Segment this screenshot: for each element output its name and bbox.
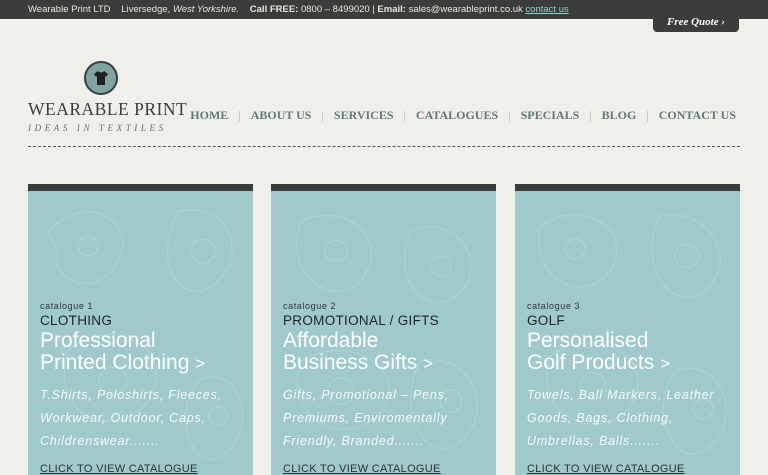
description-line: Premiums, Enviromentally <box>283 411 448 425</box>
logo-tagline: IDEAS IN TEXTILES <box>28 123 167 133</box>
catalogue-headline[interactable]: Affordable Business Gifts > <box>283 330 488 375</box>
nav-about-us[interactable]: ABOUT US <box>249 108 314 123</box>
view-catalogue-link[interactable]: CLICK TO VIEW CATALOGUE <box>40 463 198 475</box>
description-line: Gifts, Promotional – Pens, <box>283 388 450 402</box>
nav-separator: | <box>321 108 324 122</box>
arrow-right-icon: > <box>660 354 671 373</box>
description-line: Goods, Bags, Clothing, <box>527 411 674 425</box>
catalogue-card-clothing[interactable]: catalogue 1 CLOTHING Professional Printe… <box>28 184 253 475</box>
nav-specials[interactable]: SPECIALS <box>519 108 582 123</box>
nav-separator: | <box>508 108 511 122</box>
nav-catalogues[interactable]: CATALOGUES <box>414 108 500 123</box>
phone-number: 0800 – 8499020 <box>300 4 370 15</box>
catalogue-number: catalogue 1 <box>40 301 94 311</box>
description-line: Childrenswear....... <box>40 434 160 448</box>
catalogue-headline[interactable]: Personalised Golf Products > <box>527 330 732 375</box>
catalogue-number: catalogue 3 <box>527 301 581 311</box>
catalogue-description: T.Shirts, Poloshirts, Fleeces, Workwear,… <box>40 384 245 453</box>
email-address[interactable]: sales@wearableprint.co.uk <box>409 4 523 15</box>
catalogue-description: Gifts, Promotional – Pens, Premiums, Env… <box>283 384 488 453</box>
catalogue-headline[interactable]: Professional Printed Clothing > <box>40 330 245 375</box>
description-line: T.Shirts, Poloshirts, Fleeces, <box>40 388 222 402</box>
main-nav: HOME | ABOUT US | SERVICES | CATALOGUES … <box>188 108 738 123</box>
region: West Yorkshire. <box>172 4 240 15</box>
free-quote-label: Free Quote <box>666 16 719 28</box>
catalogue-category: PROMOTIONAL / GIFTS <box>283 313 439 328</box>
call-label: Call FREE: <box>249 4 299 15</box>
catalogue-card-golf[interactable]: catalogue 3 GOLF Personalised Golf Produ… <box>515 184 740 475</box>
town: Liversedge, <box>121 4 171 15</box>
catalogue-category: CLOTHING <box>40 313 113 328</box>
header-divider <box>28 146 740 147</box>
view-catalogue-link[interactable]: CLICK TO VIEW CATALOGUE <box>283 463 441 475</box>
description-line: Workwear, Outdoor, Caps, <box>40 411 206 425</box>
headline-line-2: Golf Products <box>527 351 655 374</box>
description-line: Towels, Ball Markers, Leather <box>527 388 715 402</box>
free-quote-button[interactable]: Free Quote › <box>653 13 739 32</box>
headline-line-1: Personalised <box>527 329 649 352</box>
arrow-right-icon: > <box>423 354 433 373</box>
contact-us-link[interactable]: contact us <box>525 4 568 15</box>
nav-separator: | <box>238 108 241 122</box>
catalogue-number: catalogue 2 <box>283 301 337 311</box>
description-line: Umbrellas, Balls....... <box>527 434 661 448</box>
nav-separator: | <box>646 108 649 122</box>
description-line: Friendly, Branded....... <box>283 434 425 448</box>
nav-separator: | <box>403 108 406 122</box>
nav-contact-us[interactable]: CONTACT US <box>657 108 738 123</box>
nav-separator: | <box>589 108 592 122</box>
logo-badge[interactable] <box>84 61 118 95</box>
view-catalogue-link[interactable]: CLICK TO VIEW CATALOGUE <box>527 463 685 475</box>
logo-name[interactable]: WEARABLE PRINT <box>28 99 188 120</box>
nav-home[interactable]: HOME <box>188 108 230 123</box>
email-label: Email: <box>377 4 406 15</box>
headline-line-2: Printed Clothing <box>40 351 190 374</box>
company-name: Wearable Print LTD <box>28 4 111 15</box>
nav-blog[interactable]: BLOG <box>600 108 639 123</box>
catalogue-card-promotional[interactable]: catalogue 2 PROMOTIONAL / GIFTS Affordab… <box>271 184 496 475</box>
chevron-right-icon: › <box>721 16 726 28</box>
catalogue-category: GOLF <box>527 313 565 328</box>
arrow-right-icon: > <box>195 354 206 373</box>
catalogue-description: Towels, Ball Markers, Leather Goods, Bag… <box>527 384 732 453</box>
tshirt-icon <box>94 71 108 85</box>
headline-line-2: Business Gifts <box>283 351 418 374</box>
headline-line-1: Professional <box>40 329 156 352</box>
headline-line-1: Affordable <box>283 329 379 352</box>
nav-services[interactable]: SERVICES <box>332 108 396 123</box>
